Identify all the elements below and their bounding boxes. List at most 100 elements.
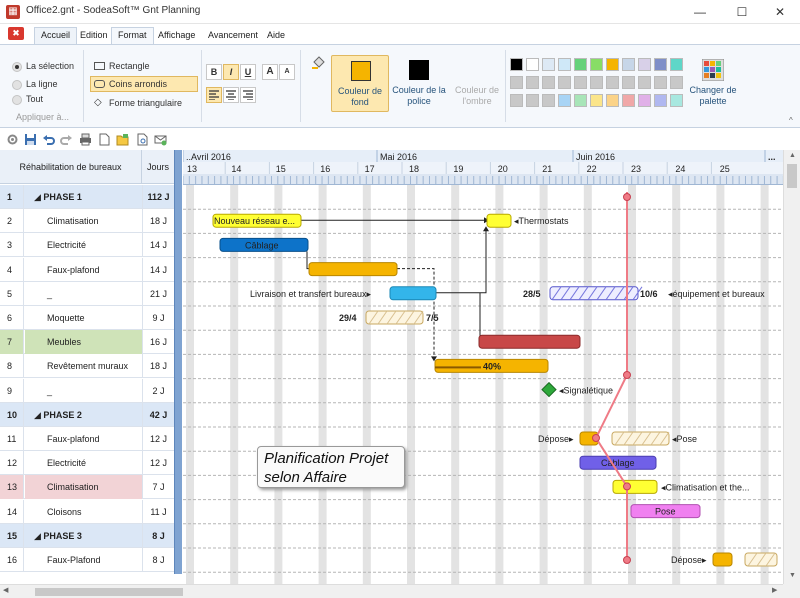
task-duration[interactable]: 11 J [142,499,174,524]
task-row[interactable]: 3 Electricité 14 J [0,233,182,258]
tab-format[interactable]: Format [111,27,154,44]
minimize-button[interactable]: — [680,0,720,24]
palette-swatch[interactable] [590,58,603,71]
palette-swatch[interactable] [574,58,587,71]
save-icon[interactable] [24,133,37,146]
fill-color-button[interactable]: Couleur de fond [331,55,389,112]
shape-triangle-option[interactable]: ◇ Forme triangulaire [90,95,198,111]
align-center-button[interactable] [223,87,239,103]
scope-line-radio[interactable] [12,80,22,90]
align-left-button[interactable] [206,87,222,103]
palette-swatch[interactable] [558,58,571,71]
palette-swatch[interactable] [638,94,651,107]
palette-swatch[interactable] [654,58,667,71]
task-bar[interactable] [712,552,733,567]
palette-swatch[interactable] [654,76,667,89]
duration-column-header[interactable]: Jours [142,150,174,184]
task-bar[interactable] [478,334,581,349]
task-duration[interactable]: 9 J [142,306,174,330]
task-name[interactable]: Climatisation [25,209,142,233]
task-duration[interactable]: 7 J [142,475,174,500]
task-name[interactable]: _ [25,379,142,403]
task-row[interactable]: 2 Climatisation 18 J [0,209,182,234]
font-shrink-button[interactable]: A [279,64,295,80]
palette-swatch[interactable] [558,94,571,107]
task-row[interactable]: 16 Faux-Plafond 8 J [0,548,182,572]
task-row[interactable]: 9 _ 2 J [0,378,182,403]
task-duration[interactable]: 42 J [142,402,174,427]
palette-swatch[interactable] [622,76,635,89]
italic-button[interactable]: I [223,64,239,80]
scope-all-radio[interactable] [12,95,22,105]
task-bar[interactable] [612,479,658,494]
palette-swatch[interactable] [574,94,587,107]
palette-swatch[interactable] [654,94,667,107]
task-row[interactable]: 1 ◢ PHASE 1 112 J [0,185,182,209]
task-row[interactable]: 12 Electricité 12 J [0,451,182,476]
task-name[interactable]: _ [25,282,142,306]
task-name[interactable]: Meubles [25,330,142,355]
task-row[interactable]: 13 Climatisation 7 J [0,475,182,500]
task-row[interactable]: 15 ◢ PHASE 38 J [0,523,182,548]
palette-swatch[interactable] [542,58,555,71]
palette-swatch[interactable] [670,94,683,107]
task-name[interactable]: ◢ PHASE 3 [25,524,142,548]
underline-button[interactable]: U [240,64,256,80]
task-bar[interactable] [389,286,437,301]
task-name[interactable]: Faux-plafond [25,258,142,282]
horizontal-scroll-thumb[interactable] [35,588,183,596]
task-name[interactable]: ◢ PHASE 1 [25,185,142,209]
palette-swatch[interactable] [510,76,523,89]
palette-swatch[interactable] [526,76,539,89]
palette-swatch[interactable] [670,76,683,89]
task-row[interactable]: 7 Meubles 16 J [0,330,182,355]
task-duration[interactable]: 14 J [142,233,174,258]
task-duration[interactable]: 18 J [142,354,174,379]
change-palette-button[interactable]: Changer de palette [686,55,740,112]
task-name[interactable]: Climatisation [25,475,142,500]
scope-selection-radio[interactable] [12,62,22,72]
task-duration[interactable]: 8 J [142,523,174,548]
tab-avancement[interactable]: Avancement [201,27,265,44]
palette-swatch[interactable] [510,94,523,107]
palette-swatch[interactable] [542,76,555,89]
font-grow-button[interactable]: A [262,64,278,80]
palette-swatch[interactable] [622,58,635,71]
task-duration[interactable]: 12 J [142,427,174,451]
open-folder-icon[interactable] [116,133,129,146]
new-document-icon[interactable] [98,133,111,146]
task-duration[interactable]: 8 J [142,548,174,572]
vertical-scrollbar[interactable]: ▲ ▼ [783,150,800,584]
settings-gear-icon[interactable] [6,133,19,146]
pane-splitter[interactable] [174,150,182,574]
task-name[interactable]: Faux-plafond [25,427,142,451]
scroll-down-arrow-icon[interactable]: ▼ [789,572,796,579]
scroll-right-arrow-icon[interactable]: ▶ [772,586,777,594]
horizontal-scrollbar[interactable]: ◀ ▶ [0,584,783,598]
maximize-button[interactable]: ☐ [722,0,762,24]
undo-icon[interactable] [42,133,55,146]
palette-swatch[interactable] [574,76,587,89]
scroll-up-arrow-icon[interactable]: ▲ [789,152,796,159]
task-duration[interactable]: 112 J [142,185,174,209]
palette-swatch[interactable] [590,94,603,107]
task-row[interactable]: 4 Faux-plafond 14 J [0,257,182,282]
task-duration[interactable]: 18 J [142,209,174,234]
redo-icon[interactable] [60,133,73,146]
bold-button[interactable]: B [206,64,222,80]
palette-swatch[interactable] [606,58,619,71]
font-color-button[interactable]: Couleur de la police [392,55,446,112]
ribbon-collapse-icon[interactable]: ^ [789,116,793,125]
tab-aide[interactable]: Aide [260,27,292,44]
close-window-button[interactable]: ✕ [760,0,800,24]
palette-swatch[interactable] [526,94,539,107]
task-duration[interactable]: 14 J [142,257,174,282]
task-name[interactable]: Revêtement muraux [25,354,142,378]
task-duration[interactable]: 16 J [142,330,174,355]
palette-swatch[interactable] [670,58,683,71]
task-name[interactable]: Electricité [25,233,142,257]
tab-accueil[interactable]: Accueil [34,27,78,44]
task-row[interactable]: 6 Moquette 9 J [0,306,182,330]
shadow-color-button[interactable]: Couleur de l'ombre [450,85,504,107]
palette-swatch[interactable] [558,76,571,89]
